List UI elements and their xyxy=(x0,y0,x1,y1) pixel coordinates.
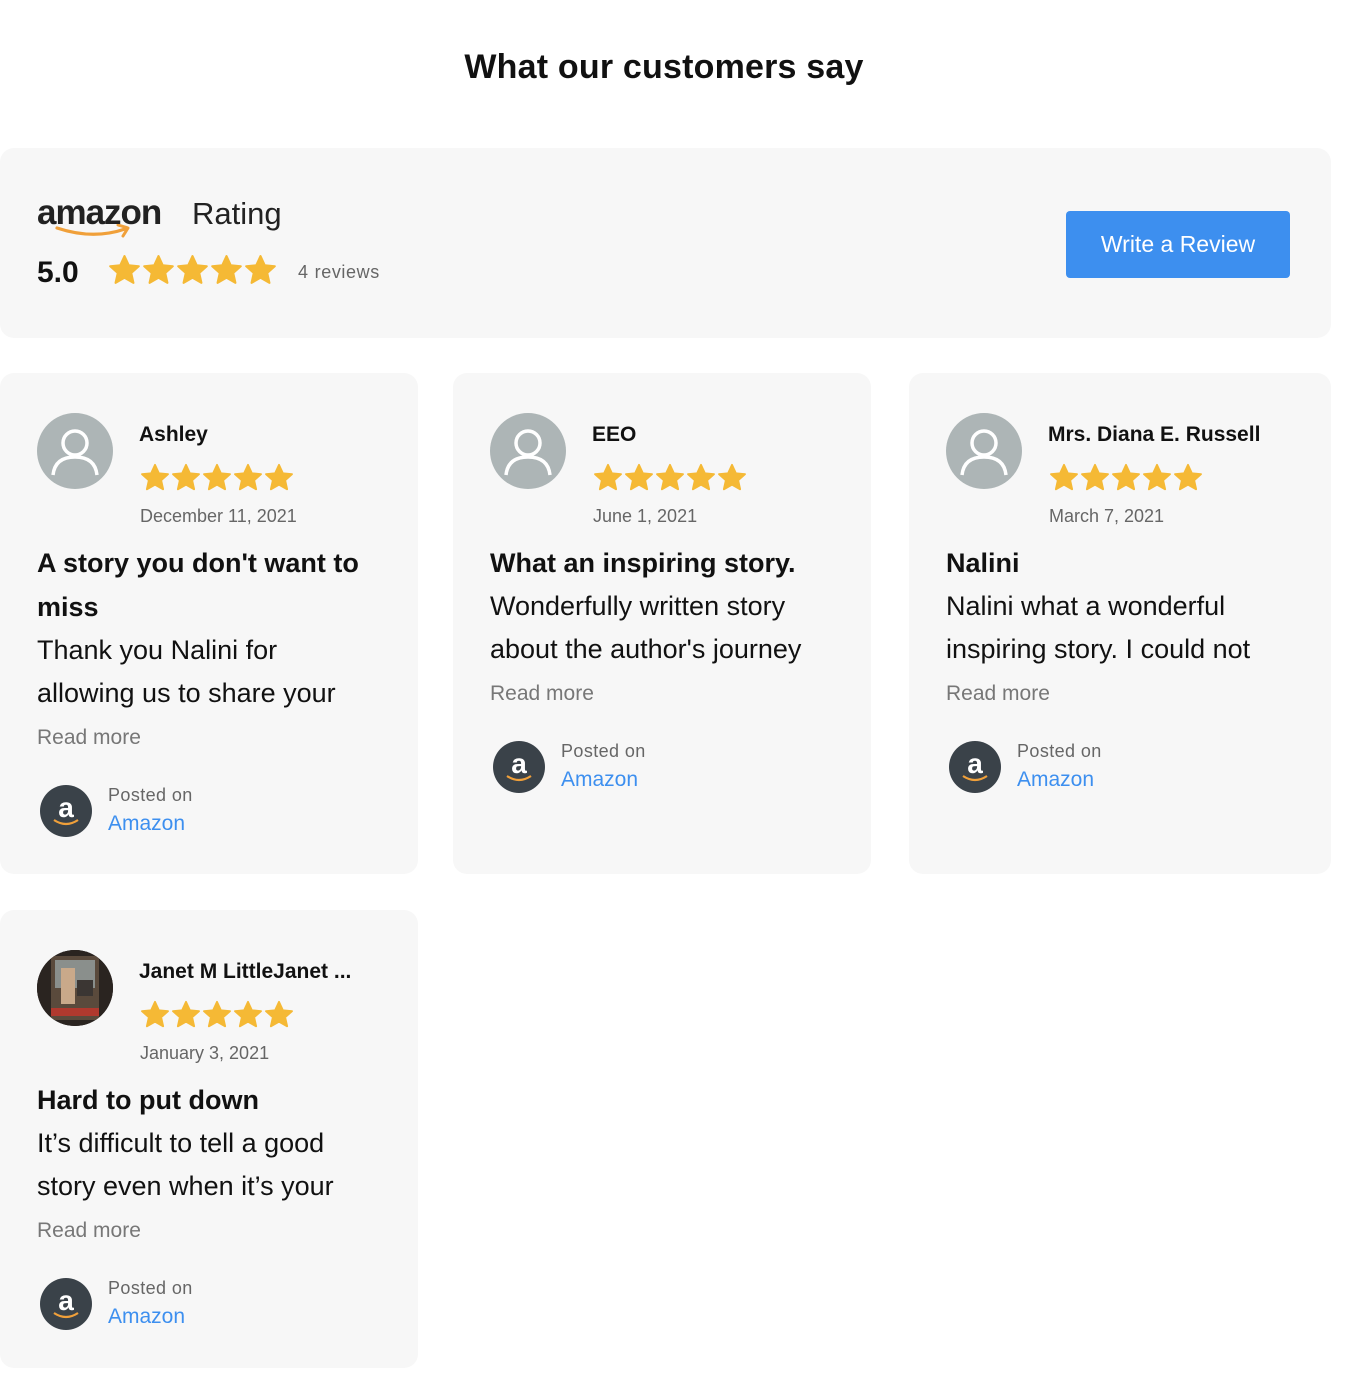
user-placeholder-icon xyxy=(490,413,566,489)
star-icon xyxy=(141,1000,169,1028)
average-rating: 5.0 xyxy=(37,256,79,289)
review-card: EEO June 1, 2021 What an inspiring story… xyxy=(453,373,871,874)
review-date: December 11, 2021 xyxy=(140,506,297,526)
amazon-badge-icon: a xyxy=(493,741,545,793)
review-card: Ashley December 11, 2021 A story you don… xyxy=(0,373,418,874)
posted-on-label: Posted on xyxy=(561,741,646,761)
star-icon xyxy=(625,463,653,491)
reviewer-name: Ashley xyxy=(139,423,208,446)
review-card: Mrs. Diana E. Russell March 7, 2021 Nali… xyxy=(909,373,1331,874)
review-title: Hard to put down xyxy=(37,1085,259,1115)
star-icon xyxy=(687,463,715,491)
review-text: Nalini what a wonderful inspiring story.… xyxy=(946,591,1251,664)
section-title: What our customers say xyxy=(464,48,864,86)
star-icon xyxy=(141,463,169,491)
star-icon xyxy=(172,1000,200,1028)
star-icon xyxy=(177,255,208,284)
posted-on-label: Posted on xyxy=(108,785,193,805)
review-stars xyxy=(1049,463,1203,493)
review-card: Janet M LittleJanet ... January 3, 2021 … xyxy=(0,910,418,1368)
read-more-link[interactable]: Read more xyxy=(946,679,1291,709)
reviewer-name: Mrs. Diana E. Russell xyxy=(1048,423,1261,446)
star-icon xyxy=(594,463,622,491)
review-count: 4 reviews xyxy=(298,262,380,282)
amazon-badge-icon: a xyxy=(949,741,1001,793)
platform-link[interactable]: Amazon xyxy=(1017,768,1094,792)
star-icon xyxy=(211,255,242,284)
review-stars xyxy=(593,463,747,493)
review-date: January 3, 2021 xyxy=(140,1043,270,1063)
reviewer-name: EEO xyxy=(592,423,637,446)
star-icon xyxy=(718,463,746,491)
review-source: a Posted on Amazon xyxy=(490,741,835,797)
star-icon xyxy=(143,255,174,284)
book-cover-avatar xyxy=(37,950,113,1026)
svg-text:a: a xyxy=(511,748,527,779)
star-icon xyxy=(109,255,140,284)
review-source: a Posted on Amazon xyxy=(37,1278,382,1334)
platform-link[interactable]: Amazon xyxy=(108,812,185,836)
star-icon xyxy=(234,1000,262,1028)
star-icon xyxy=(1050,463,1078,491)
reviewer-name: Janet M LittleJanet ... xyxy=(139,960,352,983)
posted-on-label: Posted on xyxy=(108,1278,193,1298)
review-title: Nalini xyxy=(946,548,1020,578)
star-icon xyxy=(1081,463,1109,491)
review-text: It’s difficult to tell a good story even… xyxy=(37,1128,334,1201)
amazon-badge-icon: a xyxy=(40,1278,92,1330)
write-review-button[interactable]: Write a Review xyxy=(1066,211,1290,278)
read-more-link[interactable]: Read more xyxy=(490,679,835,709)
amazon-badge-icon: a xyxy=(40,785,92,837)
review-source: a Posted on Amazon xyxy=(946,741,1291,797)
star-icon xyxy=(203,463,231,491)
posted-on-label: Posted on xyxy=(1017,741,1102,761)
summary-stars xyxy=(108,254,277,287)
review-date: June 1, 2021 xyxy=(593,506,698,526)
svg-text:a: a xyxy=(967,748,983,779)
platform-link[interactable]: Amazon xyxy=(108,1305,185,1329)
review-stars xyxy=(140,463,294,493)
amazon-logo: amazon xyxy=(37,194,183,246)
review-text: Thank you Nalini for allowing us to shar… xyxy=(37,635,336,708)
review-text: Wonderfully written story about the auth… xyxy=(490,591,802,664)
read-more-link[interactable]: Read more xyxy=(37,723,382,753)
read-more-link[interactable]: Read more xyxy=(37,1216,382,1246)
star-icon xyxy=(1112,463,1140,491)
star-icon xyxy=(656,463,684,491)
svg-text:a: a xyxy=(58,792,74,823)
platform-link[interactable]: Amazon xyxy=(561,768,638,792)
svg-text:a: a xyxy=(58,1285,74,1316)
user-placeholder-icon xyxy=(946,413,1022,489)
review-title: What an inspiring story. xyxy=(490,548,796,578)
review-date: March 7, 2021 xyxy=(1049,506,1165,526)
star-icon xyxy=(265,1000,293,1028)
star-icon xyxy=(172,463,200,491)
star-icon xyxy=(1174,463,1202,491)
review-source: a Posted on Amazon xyxy=(37,785,382,841)
amazon-smile-icon xyxy=(55,224,130,238)
star-icon xyxy=(265,463,293,491)
review-title: A story you don't want to miss xyxy=(37,548,359,622)
star-icon xyxy=(245,255,276,284)
user-placeholder-icon xyxy=(37,413,113,489)
rating-label: Rating xyxy=(192,196,282,231)
star-icon xyxy=(1143,463,1171,491)
review-stars xyxy=(140,1000,294,1030)
star-icon xyxy=(234,463,262,491)
star-icon xyxy=(203,1000,231,1028)
